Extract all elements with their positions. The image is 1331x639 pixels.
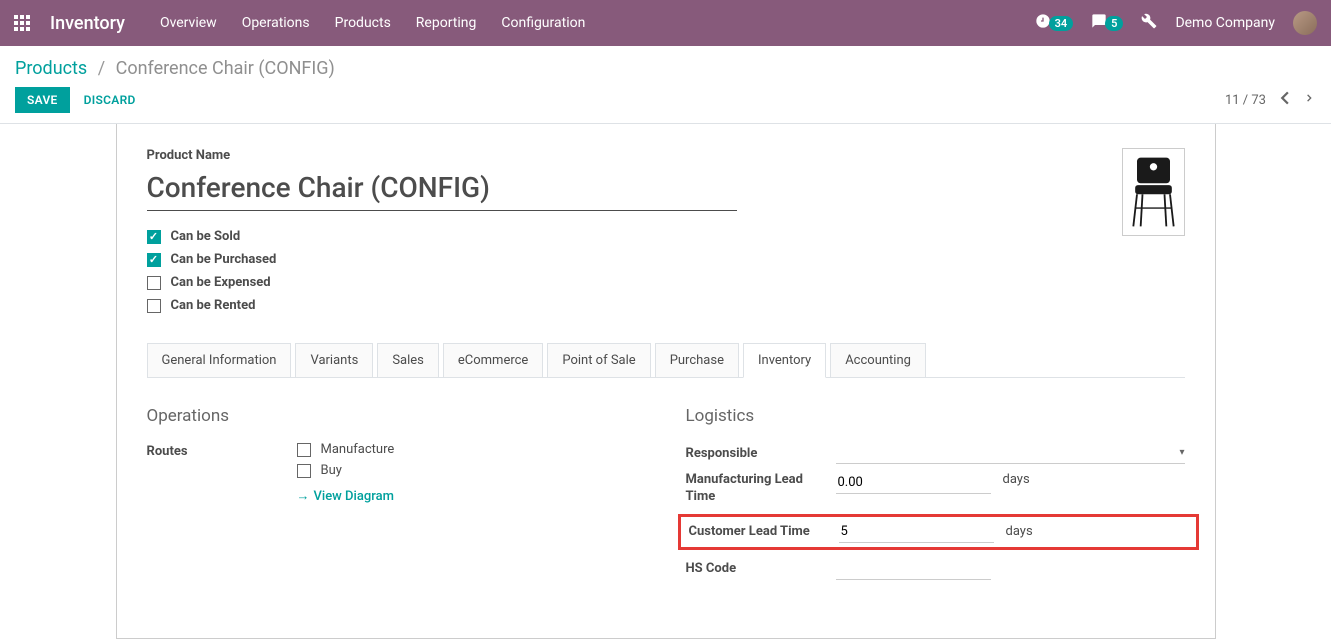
checkbox-can-be-rented[interactable] [147,299,161,313]
operations-section: Operations Routes Manufacture Buy View D… [147,406,646,588]
nav-operations[interactable]: Operations [242,15,310,31]
tab-content-inventory: Operations Routes Manufacture Buy View D… [147,378,1185,588]
nav-reporting[interactable]: Reporting [416,15,477,31]
product-image[interactable] [1122,148,1185,236]
label-buy: Buy [321,463,342,478]
app-brand[interactable]: Inventory [50,13,125,34]
messages-indicator[interactable]: 5 [1091,13,1123,33]
cust-lead-input[interactable] [839,521,994,543]
discard-button[interactable]: DISCARD [84,93,136,107]
pager-next[interactable] [1303,87,1316,113]
breadcrumb-sep: / [98,58,105,79]
avatar[interactable] [1293,11,1317,35]
hs-code-input[interactable] [836,558,991,580]
pager-prev[interactable] [1276,87,1293,113]
logistics-title: Logistics [686,406,1185,426]
nav-right: 34 5 Demo Company [1035,11,1317,35]
cust-lead-label: Customer Lead Time [689,524,839,539]
routes-label: Routes [147,442,297,459]
checkbox-can-be-purchased[interactable] [147,253,161,267]
breadcrumb-root[interactable]: Products [15,58,87,79]
tab-general-information[interactable]: General Information [147,343,292,377]
nav-menu: Overview Operations Products Reporting C… [160,15,1035,31]
hs-code-label: HS Code [686,561,836,576]
product-flags: Can be Sold Can be Purchased Can be Expe… [147,229,1122,313]
nav-products[interactable]: Products [335,15,391,31]
logistics-section: Logistics Responsible ▾ Manufacturing Le… [686,406,1185,588]
cust-lead-suffix: days [1006,524,1033,539]
nav-configuration[interactable]: Configuration [501,15,585,31]
label-can-be-purchased: Can be Purchased [171,252,277,267]
mfg-lead-label: Manufacturing Lead Time [686,472,836,506]
label-can-be-sold: Can be Sold [171,229,241,244]
tab-inventory[interactable]: Inventory [743,343,826,378]
tab-variants[interactable]: Variants [295,343,373,377]
settings-icon[interactable] [1141,13,1157,33]
pager: 11 / 73 [1225,87,1316,113]
tabs: General Information Variants Sales eComm… [147,343,1185,378]
company-selector[interactable]: Demo Company [1175,15,1275,31]
product-name-input[interactable] [147,169,737,211]
form-sheet: Product Name Can be Sold Can be Purchase… [116,124,1216,639]
checkbox-manufacture[interactable] [297,443,311,457]
mfg-lead-input[interactable] [836,472,991,494]
navbar: Inventory Overview Operations Products R… [0,0,1331,46]
messages-count: 5 [1105,16,1123,31]
label-can-be-expensed: Can be Expensed [171,275,271,290]
tab-sales[interactable]: Sales [377,343,439,377]
label-can-be-rented: Can be Rented [171,298,256,313]
tab-point-of-sale[interactable]: Point of Sale [547,343,650,377]
mfg-lead-suffix: days [1003,472,1030,487]
pager-text: 11 / 73 [1225,93,1266,108]
action-row: SAVE DISCARD 11 / 73 [0,87,1331,123]
checkbox-can-be-sold[interactable] [147,230,161,244]
breadcrumb-current: Conference Chair (CONFIG) [116,58,335,79]
breadcrumb: Products / Conference Chair (CONFIG) [15,58,335,79]
checkbox-can-be-expensed[interactable] [147,276,161,290]
label-manufacture: Manufacture [321,442,395,457]
checkbox-buy[interactable] [297,464,311,478]
tab-ecommerce[interactable]: eCommerce [443,343,543,377]
responsible-label: Responsible [686,446,836,461]
nav-overview[interactable]: Overview [160,15,217,31]
operations-title: Operations [147,406,646,426]
apps-icon[interactable] [14,15,30,31]
save-button[interactable]: SAVE [15,87,70,113]
customer-lead-highlight: Customer Lead Time days [678,514,1199,550]
tab-accounting[interactable]: Accounting [830,343,926,377]
chair-icon [1126,153,1181,231]
responsible-input[interactable] [836,442,1180,463]
activity-count: 34 [1049,16,1074,31]
tab-purchase[interactable]: Purchase [655,343,739,377]
breadcrumb-bar: Products / Conference Chair (CONFIG) [0,46,1331,87]
activity-indicator[interactable]: 34 [1035,13,1074,33]
chevron-down-icon: ▾ [1179,447,1184,458]
product-name-label: Product Name [147,148,1122,163]
view-diagram-link[interactable]: View Diagram [297,488,646,504]
responsible-dropdown[interactable]: ▾ [836,442,1185,464]
